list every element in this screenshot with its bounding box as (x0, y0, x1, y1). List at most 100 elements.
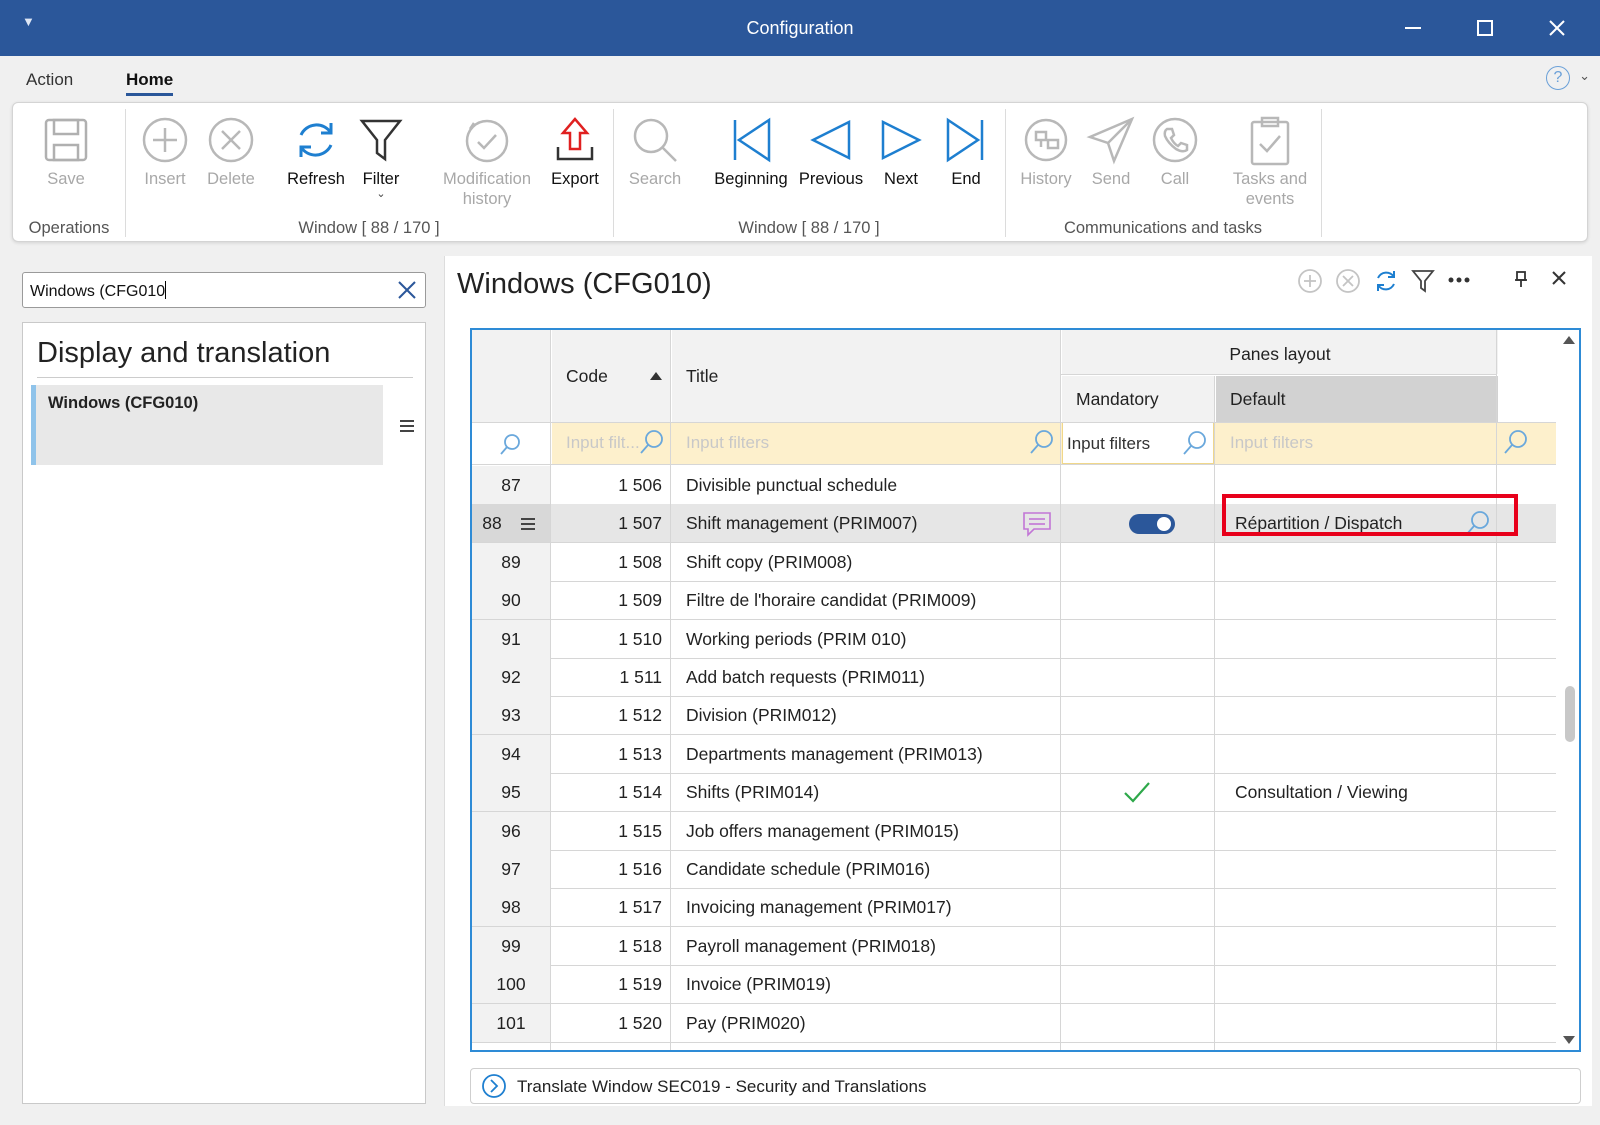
column-header-default[interactable]: Default (1216, 376, 1498, 422)
filter-grid-button[interactable] (1411, 268, 1435, 299)
table-row[interactable]: 95 1 514 Shifts (PRIM014) Consultation / Vi… (472, 773, 1556, 813)
insert-button[interactable]: Insert (133, 111, 197, 189)
clear-search-button[interactable] (397, 280, 417, 305)
add-record-button[interactable] (1297, 268, 1323, 299)
first-record-icon (733, 117, 771, 163)
tab-home[interactable]: Home (126, 70, 174, 96)
filter-button[interactable]: Filter ⌄ (351, 111, 411, 200)
table-row[interactable]: 94 1 513 Departments management (PRIM013) (472, 734, 1556, 774)
filter-default-input[interactable]: Input filters (1216, 422, 1556, 464)
row-title: Shift management (PRIM007) (686, 513, 918, 534)
search-input[interactable]: Windows (CFG010 (22, 272, 426, 308)
hamburger-menu-icon[interactable] (399, 419, 415, 438)
highlight-box (1222, 494, 1518, 536)
row-number: 98 (501, 897, 521, 918)
export-button[interactable]: Export (543, 111, 607, 189)
row-code: 1 514 (618, 782, 662, 803)
pin-icon[interactable] (1513, 270, 1529, 293)
maximize-button[interactable] (1460, 10, 1510, 46)
row-number: 96 (501, 820, 521, 841)
clipboard-check-icon (1250, 116, 1290, 166)
table-row[interactable]: 91 1 510 Working periods (PRIM 010) (472, 619, 1556, 659)
search-icon (1504, 430, 1527, 454)
window-title: Configuration (746, 18, 854, 38)
table-row[interactable]: 89 1 508 Shift copy (PRIM008) (472, 542, 1556, 582)
row-title: Shifts (PRIM014) (686, 782, 820, 803)
save-icon (44, 118, 88, 162)
column-header-title[interactable]: Title (672, 330, 1060, 422)
table-row[interactable]: 101 1 520 Pay (PRIM020) (472, 1003, 1556, 1043)
help-icon[interactable]: ? (1546, 66, 1570, 90)
table-row[interactable]: 97 1 516 Candidate schedule (PRIM016) (472, 850, 1556, 889)
beginning-button[interactable]: Beginning (709, 111, 793, 189)
row-number: 99 (501, 935, 521, 956)
delete-record-button[interactable] (1335, 268, 1361, 299)
search-button[interactable]: Search (619, 111, 691, 189)
history-button[interactable]: History (1011, 111, 1081, 189)
group-operations: Operations (28, 219, 110, 237)
mandatory-toggle[interactable] (1129, 514, 1175, 535)
translate-window-link[interactable]: Translate Window SEC019 - Security and T… (470, 1068, 1581, 1104)
row-code: 1 506 (618, 475, 662, 495)
filter-code-input[interactable]: Input filt... (552, 422, 670, 464)
row-code: 1 510 (618, 628, 662, 649)
scrollbar-thumb[interactable] (1565, 686, 1575, 742)
send-button[interactable]: Send (1081, 111, 1141, 189)
filter-mandatory-input[interactable]: Input filters (1062, 422, 1214, 464)
vertical-scrollbar[interactable] (1558, 330, 1579, 1050)
table-row[interactable]: 92 1 511 Add batch requests (PRIM011) (472, 658, 1556, 697)
next-icon (881, 119, 922, 161)
table-row[interactable]: 98 1 517 Invoicing management (PRIM017) (472, 888, 1556, 928)
row-number: 90 (501, 590, 521, 611)
close-panel-button[interactable] (1551, 270, 1567, 291)
table-row[interactable]: 96 1 515 Job offers management (PRIM015) (472, 811, 1556, 851)
row-title: Add batch requests (PRIM011) (686, 667, 925, 687)
export-icon (556, 117, 594, 161)
row-menu-icon[interactable] (520, 517, 536, 531)
maximize-icon (1477, 20, 1493, 36)
left-panel: Display and translation Windows (CFG010) (22, 322, 426, 1104)
comment-icon[interactable] (1022, 511, 1052, 538)
table-row[interactable]: 90 1 509 Filtre de l'horaire candidat (PRI… (472, 581, 1556, 621)
end-button[interactable]: End (937, 111, 995, 189)
row-title: Payroll management (PRIM018) (686, 935, 936, 956)
table-row[interactable]: 100 1 519 Invoice (PRIM019) (472, 965, 1556, 1005)
row-code: 1 511 (619, 667, 663, 687)
save-button[interactable]: Save (35, 111, 97, 189)
group-window-1: Window [ 88 / 170 ] (298, 219, 440, 237)
x-circle-icon (1336, 269, 1360, 293)
previous-button[interactable]: Previous (793, 111, 869, 189)
row-title: Departments management (PRIM013) (686, 743, 983, 764)
row-number: 101 (496, 1012, 526, 1033)
row-code: 1 512 (618, 705, 662, 726)
row-number: 100 (496, 974, 526, 995)
table-row[interactable]: 99 1 518 Payroll management (PRIM018) (472, 926, 1556, 966)
page-title: Windows (CFG010) (457, 268, 712, 300)
send-icon (1086, 116, 1135, 165)
call-button[interactable]: Call (1145, 111, 1205, 189)
row-number: 92 (501, 667, 521, 687)
table-row[interactable]: 93 1 512 Division (PRIM012) (472, 696, 1556, 736)
delete-button[interactable]: Delete (199, 111, 263, 189)
more-options-icon[interactable] (1447, 272, 1471, 290)
check-icon (1124, 782, 1150, 803)
nav-item-windows[interactable]: Windows (CFG010) (31, 385, 383, 465)
next-button[interactable]: Next (871, 111, 931, 189)
refresh-button[interactable]: Refresh (281, 111, 351, 189)
row-code: 1 519 (618, 974, 662, 995)
tasks-and-events-button[interactable]: Tasks and events (1219, 111, 1321, 209)
row-code: 1 520 (618, 1012, 662, 1033)
tab-action[interactable]: Action (26, 70, 73, 90)
plus-circle-icon (142, 117, 188, 163)
close-button[interactable] (1532, 10, 1582, 46)
column-header-code[interactable]: Code (552, 330, 670, 422)
chevron-down-icon[interactable]: ⌄ (1579, 68, 1590, 84)
modification-history-button[interactable]: Modification history (431, 111, 543, 209)
filter-title-input[interactable]: Input filters (672, 422, 1060, 464)
refresh-grid-button[interactable] (1373, 268, 1399, 299)
clock-check-icon (465, 119, 509, 163)
row-number: 95 (501, 782, 521, 803)
column-header-mandatory[interactable]: Mandatory (1062, 376, 1214, 422)
minimize-button[interactable] (1388, 10, 1438, 46)
sort-ascending-icon (650, 372, 662, 380)
